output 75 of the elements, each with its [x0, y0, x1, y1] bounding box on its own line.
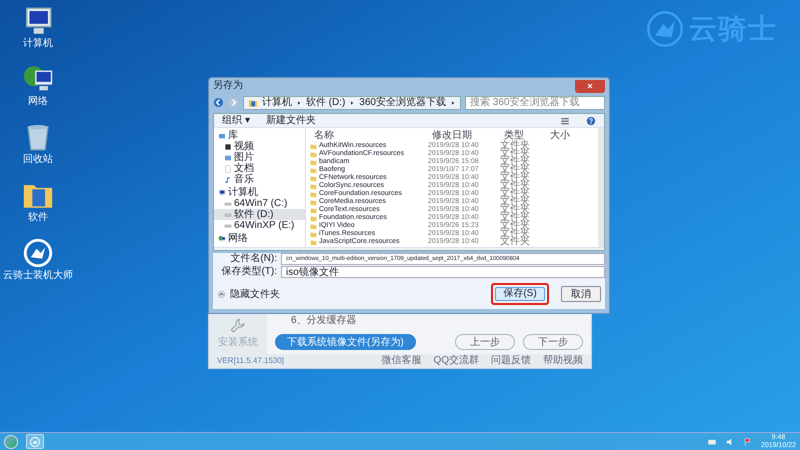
- breadcrumb[interactable]: 软件 (D:): [306, 96, 346, 108]
- field-label: 文件名(N):: [229, 253, 278, 265]
- footer-link[interactable]: 问题反馈: [491, 355, 531, 367]
- chevron-right-icon: [349, 100, 356, 106]
- nav-item[interactable]: 视频: [214, 141, 305, 152]
- file-type: 文件夹: [500, 166, 530, 174]
- chevron-right-icon: [450, 100, 456, 106]
- field-label: 保存类型(T):: [220, 266, 278, 278]
- library-icon: [218, 132, 226, 140]
- file-type: 文件夹: [500, 142, 530, 150]
- footer-link[interactable]: QQ交流群: [433, 355, 479, 367]
- download-button[interactable]: 下载系统镜像文件(另存为): [275, 334, 416, 350]
- hide-folders-button[interactable]: 隐藏文件夹: [217, 286, 280, 302]
- footer-link[interactable]: 帮助视频: [543, 355, 583, 367]
- desktop-icon-label[interactable]: 网络: [28, 96, 48, 108]
- search-field[interactable]: 搜索 360安全浏览器下载: [464, 96, 605, 110]
- column-header[interactable]: 修改日期: [428, 130, 500, 140]
- start-button[interactable]: [4, 434, 18, 448]
- version-text: VER[11.5.47.1530]: [217, 355, 284, 367]
- help-icon: [586, 116, 596, 126]
- file-type: 文件夹: [500, 190, 530, 198]
- toolbar-button[interactable]: 新建文件夹: [266, 114, 316, 126]
- breadcrumb[interactable]: 计算机: [262, 96, 292, 108]
- film-icon: [224, 142, 232, 150]
- column-header[interactable]: 大小: [546, 130, 586, 140]
- file-type: 文件夹: [500, 198, 530, 206]
- save-button[interactable]: 保存(S): [495, 287, 545, 301]
- wrench-icon: [229, 317, 247, 335]
- dialog-title: 另存为: [213, 80, 243, 92]
- nav-item[interactable]: 64WinXP (E:): [214, 220, 305, 231]
- close-button[interactable]: [575, 80, 605, 92]
- file-type: 文件夹: [500, 230, 530, 238]
- column-header[interactable]: 类型: [500, 130, 546, 140]
- file-type: 文件夹: [500, 238, 530, 246]
- nav-item[interactable]: 计算机: [214, 187, 305, 198]
- desktop-icon-label[interactable]: 计算机: [23, 38, 53, 50]
- nav-item[interactable]: 音乐: [214, 174, 305, 185]
- flag-icon: [742, 436, 753, 446]
- taskbar-app-button[interactable]: [26, 434, 44, 449]
- document-icon: [224, 164, 232, 172]
- close-icon: [586, 82, 594, 90]
- nav-item[interactable]: 图片: [214, 152, 305, 163]
- desktop-icon-label[interactable]: 软件: [28, 212, 48, 224]
- next-button[interactable]: 下一步: [523, 334, 583, 350]
- picture-icon: [224, 154, 232, 162]
- cancel-button[interactable]: 取消: [561, 286, 601, 302]
- nav-item[interactable]: 库: [214, 130, 305, 141]
- file-type: 文件夹: [500, 182, 530, 190]
- nav-item[interactable]: 软件 (D:): [214, 209, 305, 220]
- chevron-right-icon: [296, 100, 302, 106]
- breadcrumb[interactable]: 360安全浏览器下载: [359, 96, 446, 108]
- content-text: 6、分发缓存器: [291, 314, 358, 328]
- filetype-dropdown[interactable]: iso镜像文件: [281, 266, 605, 278]
- nav-item[interactable]: 64Win7 (C:): [214, 198, 305, 209]
- desktop-icon-label[interactable]: 云骑士装机大师: [3, 270, 73, 282]
- nav-item[interactable]: 文档: [214, 163, 305, 174]
- toolbar-button[interactable]: 组织 ▾: [222, 114, 250, 126]
- file-type: 文件夹: [500, 214, 530, 222]
- file-type: 文件夹: [500, 174, 530, 182]
- file-type: 文件夹: [500, 158, 530, 166]
- globe-monitor-icon: [218, 234, 226, 242]
- column-header[interactable]: 名称: [310, 130, 428, 140]
- view-list-icon: [560, 116, 570, 126]
- file-type: 文件夹: [500, 150, 530, 158]
- address-bar[interactable]: 计算机 软件 (D:) 360安全浏览器下载: [242, 96, 461, 110]
- previous-button[interactable]: 上一步: [455, 334, 515, 350]
- music-note-icon: [224, 176, 232, 184]
- folder-icon: [248, 98, 258, 108]
- file-type: 文件夹: [500, 206, 530, 214]
- file-type: 文件夹: [500, 222, 530, 230]
- footer-link[interactable]: 微信客服: [381, 355, 422, 367]
- chevron-up-icon: [217, 290, 226, 298]
- desktop-icon-label[interactable]: 回收站: [23, 154, 53, 166]
- monitor-icon: [218, 188, 226, 196]
- nav-item[interactable]: 网络: [214, 233, 305, 244]
